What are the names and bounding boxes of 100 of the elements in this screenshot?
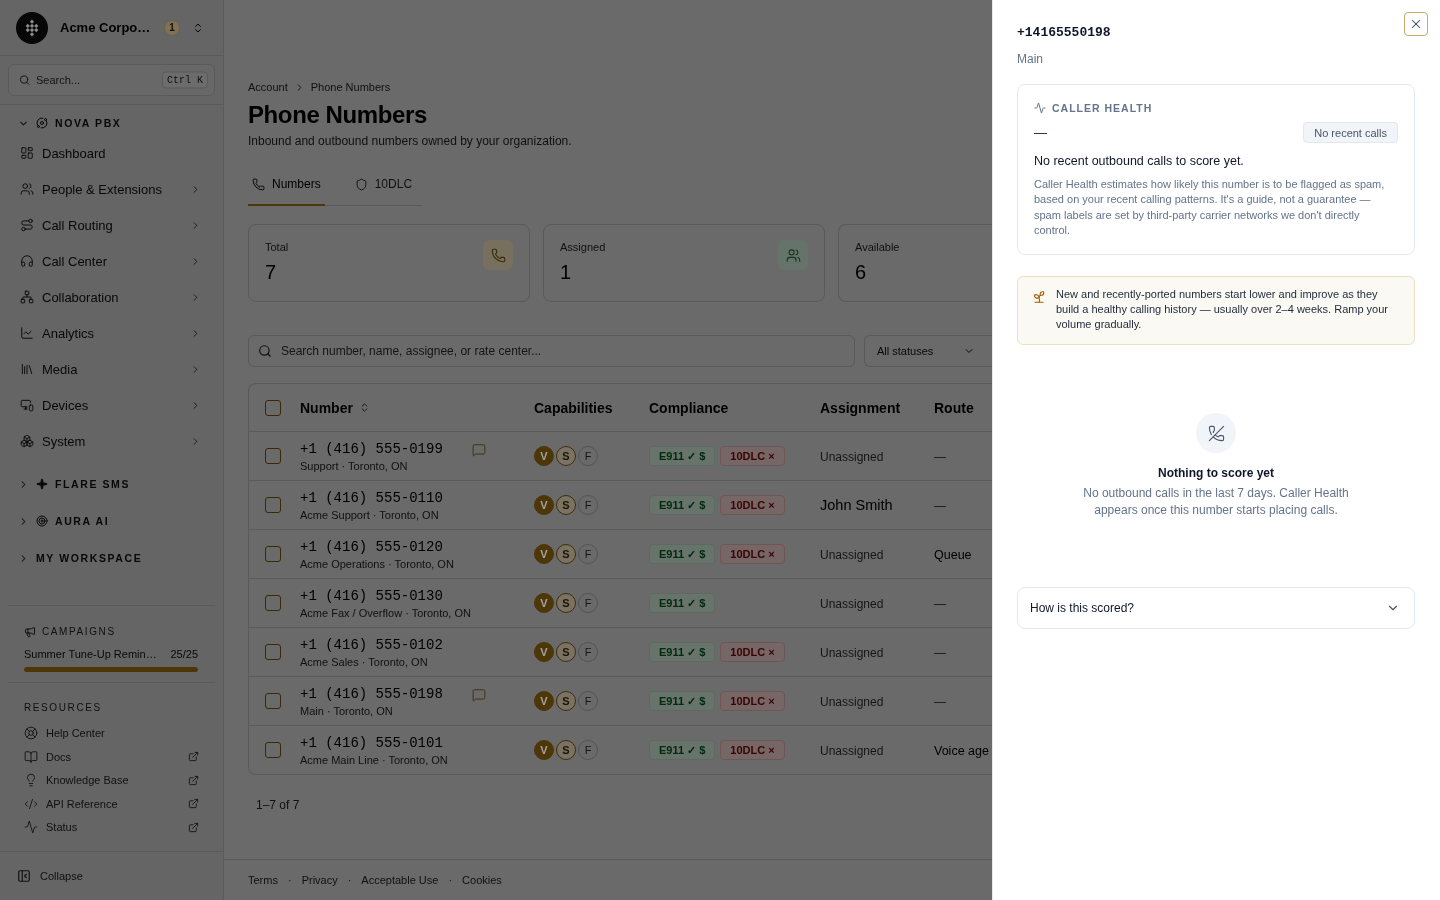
- capability-badge: S: [556, 495, 576, 515]
- capability-badge: V: [534, 691, 554, 711]
- megaphone-icon: [24, 625, 36, 638]
- boxes-icon: [20, 434, 34, 448]
- row-checkbox[interactable]: [265, 742, 281, 758]
- route-icon: [20, 218, 34, 232]
- nav-item[interactable]: People & Extensions: [0, 171, 223, 207]
- sprout-icon: [1032, 290, 1046, 305]
- resource-link[interactable]: API Reference: [24, 792, 199, 816]
- stat-value: 7: [265, 260, 278, 284]
- tip-text: New and recently-ported numbers start lower and improve as they build a healthy calling history — usually over 2–4 weeks. Ramp your volume gradually.: [1056, 287, 1389, 333]
- assignment-text: Unassigned: [820, 450, 884, 464]
- page-subtitle: Inbound and outbound numbers owned by your organization.: [248, 133, 573, 149]
- capability-badge: S: [556, 593, 576, 613]
- footer-link[interactable]: Acceptable Use: [361, 874, 439, 886]
- column-header: Assignment: [820, 399, 901, 416]
- capability-badge: V: [534, 642, 554, 662]
- stat-value: 6: [855, 260, 868, 284]
- summary-text: No recent outbound calls to score yet.: [1034, 153, 1245, 169]
- compliance-badge: E911 ✓ $: [649, 544, 716, 564]
- search-field[interactable]: Search number, name, assignee, or rate center...: [248, 335, 855, 367]
- nav-item[interactable]: Call Center: [0, 243, 223, 279]
- description-text: Caller Health estimates how likely this number is to be flagged as spam, based on your recent calling patterns. It's a guide, not a guarantee — spam labels are set by third-party carrier networks we don't directly control.: [1034, 177, 1386, 238]
- row-checkbox[interactable]: [265, 693, 281, 709]
- compliance-badge: E911 ✓ $: [649, 740, 716, 760]
- library-icon: [20, 362, 34, 376]
- tab[interactable]: Numbers: [248, 164, 325, 206]
- nav-item[interactable]: Media: [0, 351, 223, 387]
- capability-badge: S: [556, 642, 576, 662]
- capability-badge: S: [556, 740, 576, 760]
- panel-left-icon: [17, 869, 31, 883]
- number-detail: Support · Toronto, ON: [300, 459, 409, 473]
- breadcrumb-current: Phone Numbers: [310, 80, 391, 94]
- nav-item[interactable]: Devices: [0, 387, 223, 423]
- accordion-header[interactable]: How is this scored?: [1017, 587, 1415, 630]
- footer-link[interactable]: Terms: [248, 874, 278, 886]
- select-all-checkbox[interactable]: [265, 399, 281, 416]
- nav-item[interactable]: Dashboard: [0, 135, 223, 171]
- footer-link[interactable]: Cookies: [462, 874, 502, 886]
- capability-badge: S: [556, 691, 576, 711]
- phone-icon: [252, 177, 265, 191]
- resource-link[interactable]: Docs: [24, 745, 199, 769]
- section-header[interactable]: AURA AI: [0, 509, 223, 533]
- search-icon: [258, 344, 272, 358]
- page-title: Phone Numbers: [248, 101, 428, 129]
- section-header[interactable]: NOVA PBX: [0, 111, 223, 135]
- count-badge: 1: [164, 19, 180, 36]
- compliance-badge: 10DLC ×: [720, 495, 785, 515]
- nav-item[interactable]: System: [0, 423, 223, 459]
- number-detail: Acme Support · Toronto, ON: [300, 508, 440, 522]
- resource-link[interactable]: Knowledge Base: [24, 768, 199, 792]
- compliance-badge: E911 ✓ $: [649, 642, 716, 662]
- route-text: —: [934, 597, 946, 611]
- phone-number: +1 (416) 555-0120: [300, 538, 444, 556]
- capability-badge: V: [534, 593, 554, 613]
- compliance-badge: E911 ✓ $: [649, 495, 716, 515]
- phone-number: +1 (416) 555-0198: [300, 685, 443, 703]
- section-heading: CAMPAIGNS: [42, 626, 116, 637]
- nav-item[interactable]: Call Routing: [0, 207, 223, 243]
- nav-item[interactable]: Collaboration: [0, 279, 223, 315]
- assignment-text: Unassigned: [820, 695, 884, 709]
- activity-icon: [24, 820, 38, 835]
- code-icon: [24, 796, 38, 811]
- users-icon: [20, 182, 34, 196]
- phone-number: +1 (416) 555-0101: [300, 734, 444, 752]
- row-checkbox[interactable]: [265, 644, 281, 660]
- lightbulb-icon: [24, 773, 38, 788]
- users-icon: [778, 240, 808, 270]
- resource-link[interactable]: Status: [24, 815, 199, 839]
- section-header[interactable]: MY WORKSPACE: [0, 546, 223, 570]
- devices-icon: [20, 398, 34, 412]
- chevrons-up-down-icon[interactable]: [192, 21, 204, 34]
- row-checkbox[interactable]: [265, 546, 281, 562]
- nav-item[interactable]: Analytics: [0, 315, 223, 351]
- search-icon: [19, 74, 30, 86]
- card-heading: CALLER HEALTH: [1052, 102, 1153, 114]
- compliance-badge: 10DLC ×: [720, 446, 785, 466]
- resource-link[interactable]: Help Center: [24, 721, 199, 745]
- column-header[interactable]: Number: [300, 399, 370, 416]
- phone-icon: [483, 240, 513, 270]
- column-header: Capabilities: [534, 399, 613, 416]
- compliance-badge: 10DLC ×: [720, 642, 785, 662]
- campaign-count: 25/25: [170, 646, 198, 661]
- number-detail: Main · Toronto, ON: [300, 704, 394, 718]
- footer-link[interactable]: Privacy: [301, 874, 338, 886]
- footer-separator: ·: [347, 874, 352, 886]
- row-checkbox[interactable]: [265, 595, 281, 611]
- row-checkbox[interactable]: [265, 497, 281, 513]
- shield-icon: [354, 177, 368, 191]
- close-button[interactable]: [1404, 12, 1428, 36]
- route-text: —: [934, 695, 946, 709]
- stat-label: Assigned: [560, 240, 606, 254]
- assignment-text: Unassigned: [820, 744, 884, 758]
- section-header[interactable]: FLARE SMS: [0, 472, 223, 496]
- target-icon: [36, 515, 48, 527]
- breadcrumb-link[interactable]: Account: [248, 80, 288, 94]
- number-detail: Acme Sales · Toronto, ON: [300, 655, 429, 669]
- collapse-button[interactable]: Collapse: [0, 851, 223, 900]
- tab[interactable]: 10DLC: [350, 164, 417, 206]
- row-checkbox[interactable]: [265, 448, 281, 464]
